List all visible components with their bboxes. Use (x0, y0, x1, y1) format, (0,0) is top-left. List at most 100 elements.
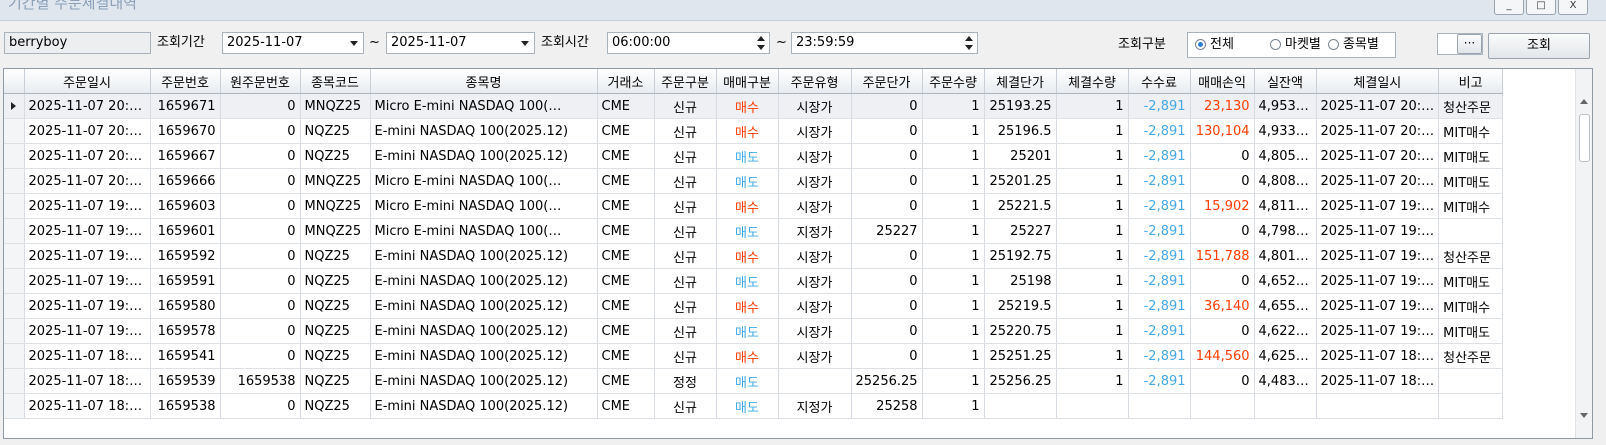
search-button[interactable]: 조회 (1488, 33, 1590, 59)
column-header[interactable]: 주문유형 (778, 69, 852, 94)
cell-code: NQZ25 (300, 393, 371, 419)
cell-kind: 지정가 (778, 218, 852, 244)
cell-name: E-mini NASDAQ 100(2025.12) (370, 143, 598, 169)
orders-table: 주문일시 주문번호 원주문번호 종목코드 종목명 거래소 주문구분 매매구분 주문유형 주문단가 주… (4, 69, 1504, 419)
column-header[interactable]: 주문구분 (654, 69, 717, 94)
cell-fill-time: 2025-11-07 20:… (1316, 118, 1440, 144)
account-field[interactable]: berryboy (4, 32, 151, 54)
table-row[interactable]: 2025-11-07 20:… 1659667 0 NQZ25 E-mini NASDA… (4, 143, 1504, 169)
cell-fill-price: 25256.25 (984, 368, 1057, 394)
table-row[interactable]: 2025-11-07 19:… 1659591 0 NQZ25 E-mini NASDA… (4, 268, 1504, 294)
cell-ord-qty: 1 (922, 193, 985, 219)
table-row[interactable]: 2025-11-07 20:… 1659671 0 MNQZ25 Micro E-min… (4, 93, 1504, 119)
cell-pnl: 0 (1190, 143, 1255, 169)
cell-fee: -2,891 (1128, 193, 1191, 219)
cell-ord-type: 신규 (654, 243, 717, 269)
minimize-button[interactable]: _ (1494, 0, 1524, 15)
column-header[interactable]: 체결수량 (1056, 69, 1129, 94)
cell-fill-qty: 1 (1056, 318, 1129, 344)
cell-orig-no: 0 (220, 318, 301, 344)
column-header[interactable]: 종목명 (370, 69, 598, 94)
cell-ord-price: 25256.25 (851, 368, 923, 394)
column-header[interactable]: 거래소 (597, 69, 655, 94)
table-row[interactable]: 2025-11-07 19:… 1659603 0 MNQZ25 Micro E-min… (4, 193, 1504, 219)
table-row[interactable]: 2025-11-07 20:… 1659670 0 NQZ25 E-mini NASDA… (4, 118, 1504, 144)
cell-fee: -2,891 (1128, 368, 1191, 394)
column-header[interactable]: 원주문번호 (220, 69, 301, 94)
column-header[interactable]: 매매손익 (1190, 69, 1255, 94)
table-row[interactable]: 2025-11-07 19:… 1659578 0 NQZ25 E-mini NASDA… (4, 318, 1504, 344)
cell-pnl: 15,902 (1190, 193, 1255, 219)
scroll-up-icon[interactable] (1580, 99, 1588, 104)
cell-fill-qty: 1 (1056, 193, 1129, 219)
cell-fill-qty: 1 (1056, 218, 1129, 244)
cell-pnl: 0 (1190, 368, 1255, 394)
cell-fill-time: 2025-11-07 19:… (1316, 243, 1440, 269)
table-row[interactable]: 2025-11-07 18:… 1659539 1659538 NQZ25 E-mini… (4, 368, 1504, 394)
cell-note: 청산주문 (1438, 93, 1504, 119)
column-header[interactable]: 주문수량 (922, 69, 985, 94)
cell-ord-type: 신규 (654, 193, 717, 219)
cell-note: MIT매도 (1438, 168, 1504, 194)
row-indicator (4, 168, 25, 194)
cell-order-time: 2025-11-07 20:… (24, 143, 151, 169)
cell-fill-time: 2025-11-07 19:… (1316, 318, 1440, 344)
cell-pnl (1190, 393, 1255, 419)
scroll-down-icon[interactable] (1580, 413, 1588, 418)
orders-grid[interactable]: 주문일시 주문번호 원주문번호 종목코드 종목명 거래소 주문구분 매매구분 주문유형 주문단가 주… (3, 68, 1593, 439)
vertical-scrollbar[interactable] (1575, 69, 1592, 438)
radio-market[interactable]: 마켓별 (1270, 37, 1321, 53)
table-row[interactable]: 2025-11-07 19:… 1659580 0 NQZ25 E-mini NASDA… (4, 293, 1504, 319)
column-header[interactable]: 체결일시 (1316, 69, 1440, 94)
cell-note (1438, 218, 1504, 244)
table-row[interactable]: 2025-11-07 18:… 1659541 0 NQZ25 E-mini NASDA… (4, 343, 1504, 369)
time-to-spinner[interactable]: 23:59:59 (791, 32, 978, 54)
radio-symbol[interactable]: 종목별 (1328, 37, 1379, 53)
cell-code: NQZ25 (300, 118, 371, 144)
column-header[interactable]: 매매구분 (716, 69, 779, 94)
cell-order-time: 2025-11-07 19:… (24, 218, 151, 244)
close-button[interactable]: X (1558, 0, 1588, 15)
column-header[interactable]: 주문일시 (24, 69, 151, 94)
column-header[interactable]: 수수료 (1128, 69, 1191, 94)
table-row[interactable]: 2025-11-07 19:… 1659601 0 MNQZ25 Micro E-min… (4, 218, 1504, 244)
cell-side: 매수 (716, 118, 779, 144)
symbol-picker-button[interactable]: ··· (1457, 34, 1482, 54)
cell-ord-price: 0 (851, 293, 923, 319)
column-header[interactable]: 실잔액 (1254, 69, 1317, 94)
radio-all[interactable]: 전체 (1195, 37, 1234, 53)
cell-ord-price: 0 (851, 93, 923, 119)
column-header[interactable]: 체결단가 (984, 69, 1057, 94)
cell-ord-price: 0 (851, 168, 923, 194)
window-title: 기간별 주문체결내역 (8, 0, 137, 12)
scrollbar-thumb[interactable] (1579, 114, 1590, 162)
cell-code: NQZ25 (300, 268, 371, 294)
maximize-button[interactable]: □ (1526, 0, 1556, 15)
column-header[interactable]: 주문번호 (150, 69, 221, 94)
table-row[interactable]: 2025-11-07 20:… 1659666 0 MNQZ25 Micro E-min… (4, 168, 1504, 194)
cell-balance: 4,483… (1254, 368, 1317, 394)
column-header[interactable]: 비고 (1438, 69, 1504, 94)
cell-order-time: 2025-11-07 20:… (24, 93, 151, 119)
cell-ord-qty: 1 (922, 368, 985, 394)
cell-order-no: 1659591 (150, 268, 221, 294)
table-row[interactable]: 2025-11-07 18:… 1659538 0 NQZ25 E-mini NASDA… (4, 393, 1504, 419)
cell-ord-price: 0 (851, 118, 923, 144)
cell-order-time: 2025-11-07 19:… (24, 193, 151, 219)
table-row[interactable]: 2025-11-07 19:… 1659592 0 NQZ25 E-mini NASDA… (4, 243, 1504, 269)
column-header[interactable]: 주문단가 (851, 69, 923, 94)
date-from-select[interactable]: 2025-11-07 (222, 32, 364, 54)
cell-order-no: 1659670 (150, 118, 221, 144)
cell-ord-qty: 1 (922, 293, 985, 319)
cell-order-time: 2025-11-07 19:… (24, 293, 151, 319)
cell-ord-qty: 1 (922, 393, 985, 419)
column-header[interactable]: 종목코드 (300, 69, 371, 94)
cell-ord-qty: 1 (922, 243, 985, 269)
row-indicator-header (4, 69, 25, 94)
spinner-arrows-icon[interactable] (965, 36, 973, 50)
spinner-arrows-icon[interactable] (757, 36, 765, 50)
date-to-select[interactable]: 2025-11-07 (386, 32, 535, 54)
row-indicator (4, 393, 25, 419)
cell-order-no: 1659603 (150, 193, 221, 219)
time-from-spinner[interactable]: 06:00:00 (607, 32, 770, 54)
